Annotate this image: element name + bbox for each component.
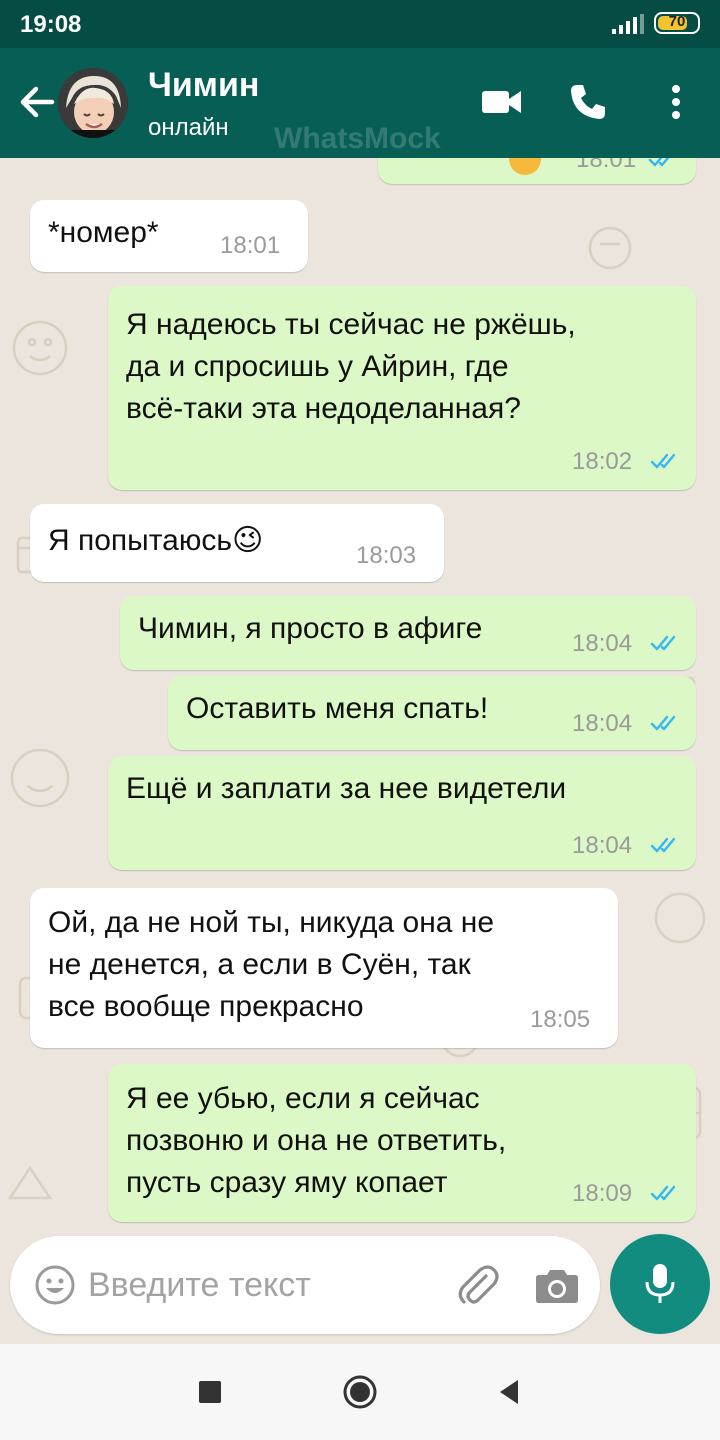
- message-time: 18:05: [530, 1006, 591, 1033]
- message-bubble-incoming[interactable]: Ой, да не ной ты, никуда она не не денет…: [30, 888, 618, 1048]
- microphone-button[interactable]: [610, 1234, 710, 1334]
- recents-square-icon[interactable]: [190, 1372, 230, 1412]
- signal-icon: [612, 14, 644, 34]
- more-vert-icon[interactable]: [652, 78, 700, 126]
- message-text: Я попытаюсь😉: [48, 524, 264, 557]
- battery-icon: 70: [654, 12, 700, 34]
- message-time: 18:01: [220, 232, 281, 259]
- message-time: 18:02: [572, 448, 633, 475]
- message-bubble-outgoing[interactable]: 18:01: [378, 158, 696, 184]
- double-check-icon: [650, 715, 676, 731]
- message-bubble-incoming[interactable]: *номер* 18:01: [30, 200, 308, 272]
- message-time: 18:01: [576, 158, 637, 173]
- status-bar: 19:08 70: [0, 0, 720, 48]
- message-text: Я ее убью, если я сейчас позвоню и она н…: [126, 1082, 507, 1199]
- message-text: Оставить меня спать!: [186, 692, 489, 725]
- contact-name[interactable]: Чимин: [148, 66, 259, 105]
- message-input[interactable]: [88, 1260, 428, 1310]
- message-bubble-outgoing[interactable]: Я надеюсь ты сейчас не ржёшь, да и спрос…: [108, 286, 696, 490]
- message-bubble-outgoing[interactable]: Оставить меня спать! 18:04: [168, 676, 696, 750]
- message-text: *номер*: [48, 216, 159, 249]
- double-check-icon: [650, 635, 676, 651]
- double-check-icon: [650, 837, 676, 853]
- contact-status: онлайн: [148, 114, 229, 141]
- contact-avatar[interactable]: [58, 68, 128, 138]
- message-bubble-outgoing[interactable]: Чимин, я просто в афиге 18:04: [120, 596, 696, 670]
- home-circle-icon[interactable]: [340, 1372, 380, 1412]
- emoji-icon: [509, 158, 541, 175]
- phone-icon[interactable]: [564, 78, 612, 126]
- status-time: 19:08: [20, 11, 82, 38]
- message-time: 18:04: [572, 710, 633, 737]
- paperclip-icon[interactable]: [454, 1262, 500, 1308]
- back-arrow-icon[interactable]: [12, 78, 60, 126]
- battery-percent: 70: [668, 13, 686, 30]
- message-bubble-incoming[interactable]: Я попытаюсь😉 18:03: [30, 504, 444, 582]
- double-check-icon: [650, 1185, 676, 1201]
- message-text: Чимин, я просто в афиге: [138, 612, 483, 645]
- message-text: Я надеюсь ты сейчас не ржёшь, да и спрос…: [126, 308, 576, 425]
- message-bubble-outgoing[interactable]: Я ее убью, если я сейчас позвоню и она н…: [108, 1064, 696, 1222]
- video-call-icon[interactable]: [478, 78, 526, 126]
- message-composer: [10, 1236, 600, 1334]
- system-nav-bar: [0, 1344, 720, 1440]
- camera-icon[interactable]: [534, 1262, 580, 1308]
- double-check-icon: [648, 158, 670, 167]
- microphone-icon: [645, 1264, 675, 1303]
- double-check-icon: [650, 453, 676, 469]
- message-time: 18:09: [572, 1180, 633, 1207]
- message-bubble-outgoing[interactable]: Ещё и заплати за нее видетели 18:04: [108, 756, 696, 870]
- message-time: 18:03: [356, 542, 417, 569]
- watermark: WhatsMock: [274, 122, 441, 155]
- back-triangle-icon[interactable]: [490, 1372, 530, 1412]
- message-time: 18:04: [572, 630, 633, 657]
- emoji-icon[interactable]: [34, 1264, 76, 1306]
- message-text: Ой, да не ной ты, никуда она не не денет…: [48, 906, 495, 1023]
- chat-header: Чимин онлайн WhatsMock: [0, 48, 720, 158]
- chat-area[interactable]: 18:01 *номер* 18:01 Я надеюсь ты сейчас …: [0, 158, 720, 1344]
- message-text: Ещё и заплати за нее видетели: [126, 772, 567, 805]
- message-time: 18:04: [572, 832, 633, 859]
